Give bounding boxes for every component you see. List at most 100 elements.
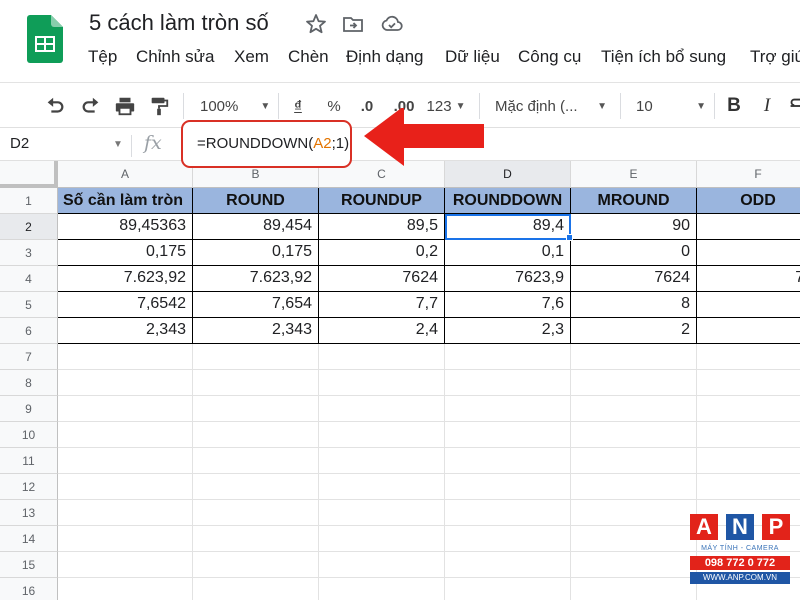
cell-e3[interactable]: 0 (571, 240, 697, 266)
cell-f11[interactable] (697, 448, 800, 474)
cell-c9[interactable] (319, 396, 445, 422)
cell-d9[interactable] (445, 396, 571, 422)
menu-edit[interactable]: Chỉnh sửa (136, 47, 214, 67)
font-size-select[interactable]: 10 ▼ (636, 95, 706, 117)
row-header-3[interactable]: 3 (0, 240, 58, 266)
cell-c15[interactable] (319, 552, 445, 578)
row-header-10[interactable]: 10 (0, 422, 58, 448)
row-header-4[interactable]: 4 (0, 266, 58, 292)
cell-f10[interactable] (697, 422, 800, 448)
cell-f2[interactable] (697, 214, 800, 240)
fill-handle[interactable] (566, 234, 573, 241)
cell-a5[interactable]: 7,6542 (58, 292, 193, 318)
menu-data[interactable]: Dữ liệu (445, 47, 500, 67)
cell-a9[interactable] (58, 396, 193, 422)
cell-c10[interactable] (319, 422, 445, 448)
currency-format-button[interactable]: ₫ (290, 95, 306, 117)
column-header-a[interactable]: A (58, 161, 193, 188)
row-header-7[interactable]: 7 (0, 344, 58, 370)
cell-f8[interactable] (697, 370, 800, 396)
cell-c8[interactable] (319, 370, 445, 396)
cell-f5[interactable] (697, 292, 800, 318)
row-header-1[interactable]: 1 (0, 188, 58, 214)
cell-d7[interactable] (445, 344, 571, 370)
bold-button[interactable]: B (725, 95, 743, 117)
cell-c7[interactable] (319, 344, 445, 370)
cell-e10[interactable] (571, 422, 697, 448)
menu-addons[interactable]: Tiện ích bổ sung (601, 47, 726, 67)
strikethrough-icon[interactable] (790, 95, 800, 117)
cell-b2[interactable]: 89,454 (193, 214, 319, 240)
cell-b12[interactable] (193, 474, 319, 500)
cell-e12[interactable] (571, 474, 697, 500)
zoom-select[interactable]: 100% ▼ (200, 95, 270, 117)
row-header-15[interactable]: 15 (0, 552, 58, 578)
cell-c11[interactable] (319, 448, 445, 474)
cell-e8[interactable] (571, 370, 697, 396)
row-header-2[interactable]: 2 (0, 214, 58, 240)
cell-e14[interactable] (571, 526, 697, 552)
cell-c4[interactable]: 7624 (319, 266, 445, 292)
font-family-select[interactable]: Mặc định (... ▼ (495, 95, 607, 117)
cell-d2[interactable]: 89,4 (445, 214, 571, 240)
italic-button[interactable]: I (759, 95, 775, 117)
cell-d15[interactable] (445, 552, 571, 578)
cell-e11[interactable] (571, 448, 697, 474)
cell-d11[interactable] (445, 448, 571, 474)
cell-b3[interactable]: 0,175 (193, 240, 319, 266)
cell-d1[interactable]: ROUNDDOWN (445, 188, 571, 214)
cell-d8[interactable] (445, 370, 571, 396)
cell-b15[interactable] (193, 552, 319, 578)
cell-b10[interactable] (193, 422, 319, 448)
cell-b11[interactable] (193, 448, 319, 474)
cell-c3[interactable]: 0,2 (319, 240, 445, 266)
cell-c2[interactable]: 89,5 (319, 214, 445, 240)
cell-a10[interactable] (58, 422, 193, 448)
cell-c6[interactable]: 2,4 (319, 318, 445, 344)
cell-f4[interactable]: 76 (697, 266, 800, 292)
cell-c13[interactable] (319, 500, 445, 526)
row-header-16[interactable]: 16 (0, 578, 58, 600)
cell-e4[interactable]: 7624 (571, 266, 697, 292)
row-header-5[interactable]: 5 (0, 292, 58, 318)
cell-b13[interactable] (193, 500, 319, 526)
cell-a16[interactable] (58, 578, 193, 600)
row-header-9[interactable]: 9 (0, 396, 58, 422)
cell-c12[interactable] (319, 474, 445, 500)
cell-b7[interactable] (193, 344, 319, 370)
row-header-8[interactable]: 8 (0, 370, 58, 396)
menu-help[interactable]: Trợ giú (750, 47, 800, 67)
cell-e5[interactable]: 8 (571, 292, 697, 318)
cell-e2[interactable]: 90 (571, 214, 697, 240)
cell-a3[interactable]: 0,175 (58, 240, 193, 266)
print-icon[interactable] (114, 95, 136, 117)
menu-file[interactable]: Tệp (88, 47, 117, 67)
cell-e15[interactable] (571, 552, 697, 578)
cell-a15[interactable] (58, 552, 193, 578)
cell-b1[interactable]: ROUND (193, 188, 319, 214)
cell-d13[interactable] (445, 500, 571, 526)
cell-b6[interactable]: 2,343 (193, 318, 319, 344)
cell-e16[interactable] (571, 578, 697, 600)
cell-a11[interactable] (58, 448, 193, 474)
chevron-down-icon[interactable]: ▼ (113, 139, 123, 150)
row-header-6[interactable]: 6 (0, 318, 58, 344)
cell-e9[interactable] (571, 396, 697, 422)
document-title[interactable]: 5 cách làm tròn số (89, 10, 269, 36)
cell-c14[interactable] (319, 526, 445, 552)
cell-a13[interactable] (58, 500, 193, 526)
cell-e6[interactable]: 2 (571, 318, 697, 344)
menu-insert[interactable]: Chèn (288, 47, 329, 67)
cell-d10[interactable] (445, 422, 571, 448)
name-box[interactable]: D2 (10, 135, 29, 152)
cell-d5[interactable]: 7,6 (445, 292, 571, 318)
cell-a6[interactable]: 2,343 (58, 318, 193, 344)
cell-d3[interactable]: 0,1 (445, 240, 571, 266)
row-header-12[interactable]: 12 (0, 474, 58, 500)
column-header-f[interactable]: F (697, 161, 800, 188)
column-header-e[interactable]: E (571, 161, 697, 188)
cell-b4[interactable]: 7.623,92 (193, 266, 319, 292)
row-header-11[interactable]: 11 (0, 448, 58, 474)
cell-c1[interactable]: ROUNDUP (319, 188, 445, 214)
menu-tools[interactable]: Công cụ (518, 47, 581, 67)
